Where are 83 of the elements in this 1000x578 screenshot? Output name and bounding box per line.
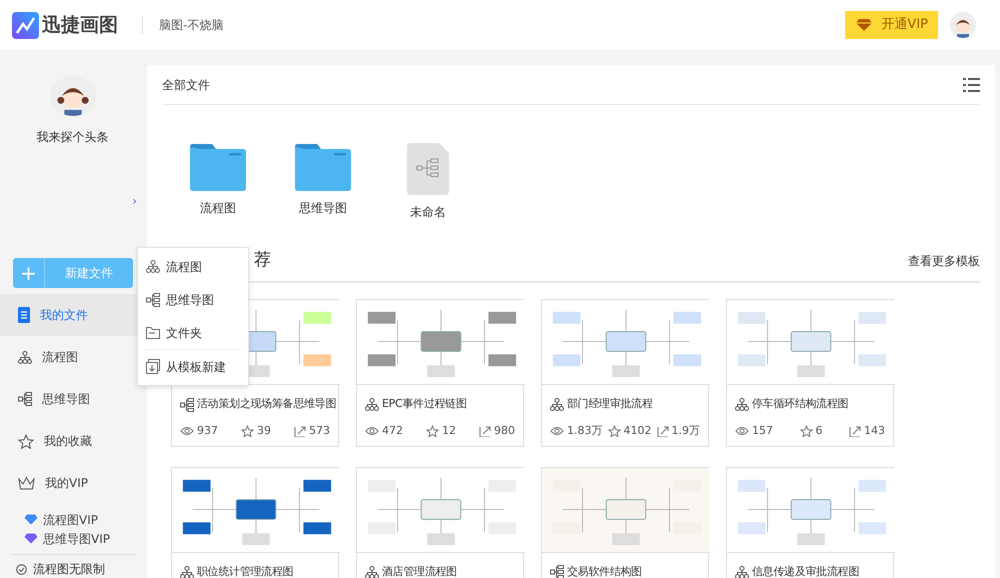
more-templates-link[interactable]: 查看更多模板 (908, 252, 980, 270)
stat-count: 143 (864, 423, 885, 439)
flowchart-icon (365, 398, 379, 411)
star-icon (608, 425, 620, 438)
stat-count: 573 (309, 423, 330, 439)
edit-icon (849, 425, 861, 438)
template-card[interactable]: 酒店管理流程图 (356, 466, 524, 578)
star-icon (18, 434, 34, 448)
eye-icon (550, 425, 564, 438)
mind-map-icon (550, 565, 564, 578)
section-title: 荐 (254, 249, 271, 272)
flowchart-icon (18, 350, 32, 364)
template-title: 停车循环结构流程图 (752, 396, 848, 412)
file-name[interactable]: 流程图 (200, 199, 236, 217)
template-title: 信息传递及审批流程图 (752, 564, 860, 578)
template-card[interactable]: 职位统计管理流程图 (171, 466, 339, 578)
template-title: 交易软件结构图 (567, 564, 642, 578)
template-title: 酒店管理流程图 (382, 564, 457, 578)
flowchart-icon (735, 566, 749, 578)
stat-count: 39 (257, 423, 271, 439)
flowchart-icon (146, 260, 160, 273)
folder-icon (146, 326, 160, 339)
stat-count: 980 (494, 423, 515, 439)
file-name[interactable]: 未命名 (410, 203, 446, 221)
template-title: 活动策划之现场筹备思维导图 (197, 396, 336, 412)
stat-count: 1.83万 (567, 423, 602, 439)
stat-count: 472 (382, 423, 403, 439)
edit-icon (294, 425, 306, 438)
flowchart-icon (735, 398, 749, 411)
template-card[interactable]: 交易软件结构图 (541, 466, 709, 578)
eye-icon (365, 425, 379, 438)
template-icon (146, 359, 160, 374)
template-card[interactable]: 停车循环结构流程图 157 6 143 (726, 299, 894, 446)
user-name: 我来探个头条 (36, 129, 110, 146)
flowchart-icon (550, 398, 564, 411)
nav-item[interactable]: 我的VIP (0, 462, 145, 504)
template-card[interactable]: EPC事件过程链图 472 12 980 (356, 299, 524, 446)
document-icon[interactable] (407, 143, 449, 195)
mind-map-icon (180, 398, 194, 412)
stat-count: 937 (197, 423, 218, 439)
check-circle-icon (16, 564, 27, 574)
folder-icon[interactable] (190, 143, 246, 191)
vip-button[interactable]: 开通VIP (845, 11, 938, 39)
stat-count: 12 (442, 423, 456, 439)
file-name[interactable]: 思维导图 (299, 199, 347, 217)
star-icon (426, 425, 439, 438)
diamond-icon (24, 533, 38, 544)
flowchart-icon (365, 566, 379, 578)
edit-icon (479, 425, 491, 438)
mind-map-icon (18, 392, 32, 406)
gem-icon (855, 18, 874, 32)
collapse-toggle[interactable]: › (132, 194, 137, 208)
unlimited-note: 流程图无限制 (33, 561, 105, 578)
star-icon (800, 425, 812, 438)
stat-count: 4102 (624, 423, 652, 439)
nav-item[interactable]: 我的收藏 (0, 420, 145, 462)
folder-icon[interactable] (295, 143, 351, 191)
vip-label: 思维导图VIP (43, 530, 110, 548)
template-title: 部门经理审批流程 (567, 396, 653, 412)
stat-count: 1.9万 (672, 423, 700, 439)
app-logo-text: 迅捷画图 (42, 12, 118, 38)
crown-icon (18, 476, 35, 490)
template-card[interactable]: 信息传递及审批流程图 (726, 466, 894, 578)
mind-map-icon (146, 292, 160, 306)
stat-count: 6 (816, 423, 822, 439)
flowchart-icon (180, 566, 194, 578)
document-icon (18, 307, 30, 323)
list-view-icon[interactable] (963, 78, 980, 92)
eye-icon (180, 425, 194, 438)
section-title: 全部文件 (162, 76, 210, 94)
stat-count: 157 (752, 423, 773, 439)
avatar[interactable] (50, 76, 96, 116)
menu-item[interactable]: 流程图 (138, 250, 248, 283)
page-subtitle: 脑图-不烧脑 (142, 16, 224, 34)
template-title: EPC事件过程链图 (382, 396, 467, 412)
template-card[interactable]: 部门经理审批流程 1.83万 4102 1.9万 (541, 299, 709, 446)
diamond-icon (24, 514, 38, 525)
star-icon (241, 425, 254, 438)
eye-icon (735, 425, 749, 438)
edit-icon (656, 425, 668, 438)
template-title: 职位统计管理流程图 (197, 564, 294, 578)
logo-icon (12, 12, 39, 38)
vip-label: 流程图VIP (43, 512, 98, 528)
